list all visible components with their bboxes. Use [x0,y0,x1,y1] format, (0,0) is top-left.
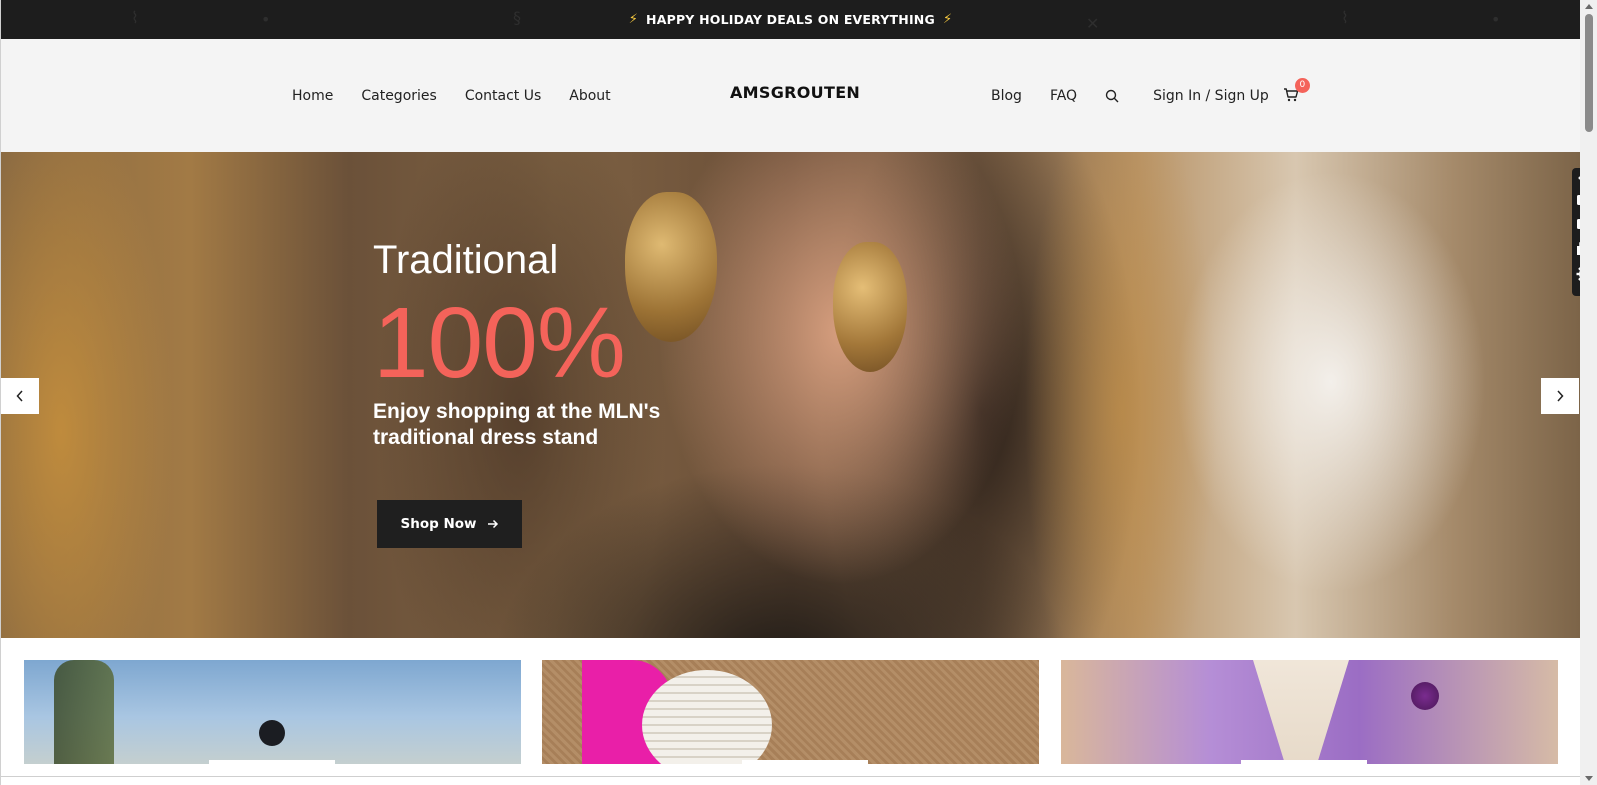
scroll-down-arrow-icon[interactable] [1584,774,1594,782]
announcement-bar: ⌇ • § ✕ ⌇ • ⚡ HAPPY HOLIDAY DEALS ON EVE… [1,0,1580,39]
primary-nav-left: Home Categories Contact Us About [292,39,611,152]
announcement-text: HAPPY HOLIDAY DEALS ON EVERYTHING [646,12,935,27]
carousel-next-button[interactable] [1541,378,1579,414]
rider-image [259,720,285,746]
cart-count-badge: 0 [1294,77,1310,93]
shop-now-button[interactable]: Shop Now [377,500,522,548]
site-header: Home Categories Contact Us About AMSGROU… [1,39,1580,152]
category-card-2[interactable] [542,660,1039,764]
category-cards [1,638,1580,785]
search-icon[interactable] [1105,88,1121,104]
nav-categories[interactable]: Categories [361,88,436,104]
shop-now-label: Shop Now [400,516,477,532]
nav-about[interactable]: About [569,88,610,104]
category-card-1[interactable] [24,660,521,764]
announcement-text-row: ⚡ HAPPY HOLIDAY DEALS ON EVERYTHING ⚡ [1,0,1580,39]
palm-tree-image [54,660,114,764]
scroll-thumb[interactable] [1585,14,1593,132]
hero-subtitle: Enjoy shopping at the MLN's traditional … [373,400,661,449]
chevron-right-icon [1557,390,1564,402]
chevron-left-icon [16,390,23,402]
scroll-up-arrow-icon[interactable] [1584,2,1594,10]
page-scrollbar[interactable] [1580,0,1597,785]
page: ⌇ • § ✕ ⌇ • ⚡ HAPPY HOLIDAY DEALS ON EVE… [0,0,1597,785]
lightning-icon: ⚡ [942,12,953,27]
nav-contact-us[interactable]: Contact Us [465,88,541,104]
card-label-bar [209,760,335,764]
sign-in-link[interactable]: Sign In / Sign Up [1153,88,1269,104]
nav-blog[interactable]: Blog [991,88,1022,104]
hero-banner: Traditional 100% Enjoy shopping at the M… [1,152,1580,638]
hero-eyebrow: Traditional [373,238,559,282]
nav-home[interactable]: Home [292,88,333,104]
primary-nav-right: Blog FAQ Sign In / Sign Up 0 [991,39,1310,152]
carousel-prev-button[interactable] [1,378,39,414]
window-bottom-edge [1,776,1580,785]
hero-image-earring [833,242,907,372]
hero-percent: 100% [373,287,626,399]
category-card-3[interactable] [1061,660,1558,764]
hero-content: Traditional 100% Enjoy shopping at the M… [373,238,673,451]
site-logo[interactable]: AMSGROUTEN [730,83,860,102]
card-label-bar [1241,760,1367,764]
cart-button[interactable]: 0 [1283,77,1310,105]
card-label-bar [742,760,868,764]
ring-image [1411,682,1439,710]
lightning-icon: ⚡ [628,12,639,27]
garment-collar-image [1253,660,1349,764]
nav-faq[interactable]: FAQ [1050,88,1077,104]
woven-bag-image [642,670,772,764]
arrow-right-icon [487,519,498,529]
